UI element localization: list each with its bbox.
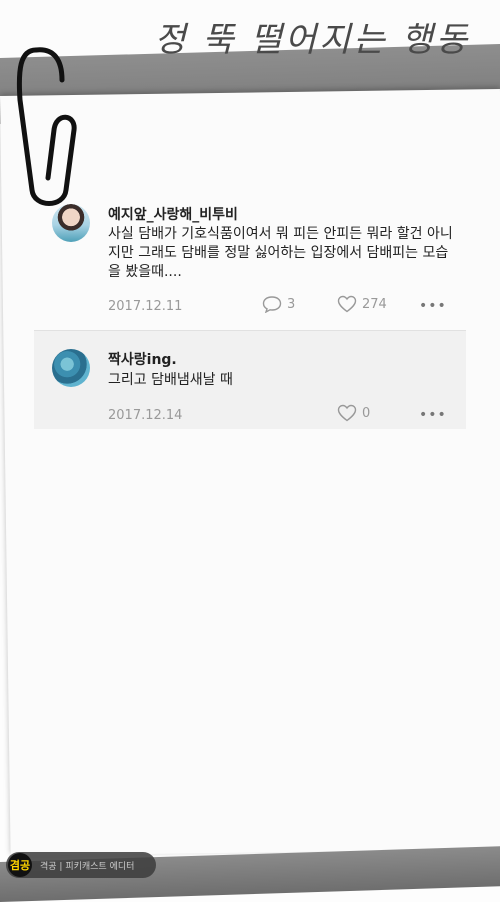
reply-count: 3 bbox=[287, 296, 296, 312]
more-dots-icon[interactable]: ••• bbox=[419, 296, 446, 316]
paperclip-icon bbox=[16, 47, 77, 206]
heart-icon bbox=[337, 295, 357, 313]
comment-text: 사실 담배가 기호식품이여서 뭐 피든 안피든 뭐라 할건 아니지만 그래도 담… bbox=[108, 226, 453, 280]
like-count: 0 bbox=[362, 405, 371, 421]
like-count: 274 bbox=[362, 296, 387, 312]
comment-item: 예지앞_사랑해_비투비 사실 담배가 기호식품이여서 뭐 피든 안피든 뭐라 할… bbox=[34, 198, 466, 328]
reply-button[interactable]: 3 bbox=[262, 295, 295, 313]
page-title: 정 뚝 떨어지는 행동 bbox=[154, 20, 470, 60]
editor-logo: 겸공 bbox=[8, 853, 32, 877]
like-button[interactable]: 274 bbox=[337, 295, 387, 313]
comment-date: 2017.12.14 bbox=[108, 408, 183, 423]
comment-date: 2017.12.11 bbox=[108, 299, 183, 314]
editor-badge[interactable]: 겸공 격공 | 피키캐스트 에디터 bbox=[6, 852, 156, 878]
avatar[interactable] bbox=[52, 204, 90, 242]
avatar[interactable] bbox=[52, 349, 90, 387]
editor-label: 격공 | 피키캐스트 에디터 bbox=[40, 861, 135, 872]
comment-text: 그리고 담배냄새날 때 bbox=[108, 372, 233, 388]
comment-author[interactable]: 짝사랑ing. bbox=[108, 349, 177, 369]
more-dots-icon[interactable]: ••• bbox=[419, 405, 446, 425]
comment-author[interactable]: 예지앞_사랑해_비투비 bbox=[108, 204, 238, 224]
heart-icon bbox=[337, 404, 357, 422]
speech-bubble-icon bbox=[262, 296, 282, 313]
like-button[interactable]: 0 bbox=[337, 404, 370, 422]
comment-item: 짝사랑ing. 그리고 담배냄새날 때 2017.12.14 0 ••• bbox=[34, 330, 466, 429]
